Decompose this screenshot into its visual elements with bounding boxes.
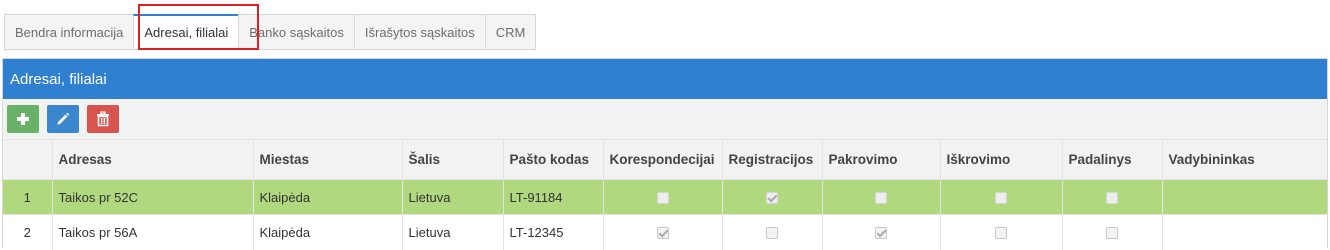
cell-pakrovimo [822,214,941,250]
padalinys-checkbox[interactable] [1106,192,1118,205]
tab-bendra-informacija[interactable]: Bendra informacija [4,14,134,50]
tab-banko-saskaitos[interactable]: Banko sąskaitos [238,14,354,50]
cell-vadybininkas [1162,215,1327,250]
cell-registracijos [722,214,823,250]
cell-korespondecijai [603,214,723,250]
cell-adresas: Taikos pr 52C [52,179,254,215]
cell-salis: Lietuva [402,179,504,215]
cell-registracijos [722,179,823,215]
korespondecijai-checkbox[interactable] [656,192,669,205]
registracijos-checkbox[interactable] [766,192,778,205]
cell-adresas: Taikos pr 56A [52,214,254,250]
cell-miestas: Klaipėda [253,179,403,215]
col-header-iskrovimo[interactable]: Iškrovimo [940,139,1063,180]
panel-title: Adresai, filialai [3,59,1327,99]
tab-bar: Bendra informacija Adresai, filialai Ban… [4,14,537,50]
cell-pakrovimo [822,179,941,215]
cell-korespondecijai [603,179,723,215]
pakrovimo-checkbox[interactable] [875,227,887,240]
col-header-miestas[interactable]: Miestas [253,139,403,180]
tab-adresai-filialai[interactable]: Adresai, filialai [133,14,239,50]
plus-icon [17,113,29,125]
pakrovimo-checkbox[interactable] [875,192,887,205]
registracijos-checkbox[interactable] [766,227,778,240]
col-header-number [3,139,53,180]
iskrovimo-checkbox[interactable] [995,192,1007,205]
col-header-pasto-kodas[interactable]: Pašto kodas [503,139,604,180]
cell-miestas: Klaipėda [253,214,403,250]
delete-button[interactable] [87,105,119,133]
trash-icon [97,111,109,127]
cell-salis: Lietuva [402,214,504,250]
panel-title-text: Adresai, filialai [10,70,107,88]
cell-vadybininkas [1162,180,1327,215]
korespondecijai-checkbox[interactable] [656,227,669,240]
add-button[interactable] [7,105,39,133]
addresses-table: Adresas Miestas Šalis Pašto kodas Koresp… [3,139,1327,250]
toolbar [3,99,1327,139]
tab-crm[interactable]: CRM [484,14,537,50]
cell-padalinys [1062,179,1163,215]
col-header-pakrovimo[interactable]: Pakrovimo [822,139,941,180]
edit-button[interactable] [47,105,79,133]
cell-pasto-kodas: LT-12345 [503,214,604,250]
addresses-panel: Adresai, filialai Adresas Miestas Šalis … [2,58,1328,250]
col-header-registracijos[interactable]: Registracijos [722,139,823,180]
cell-iskrovimo [940,214,1063,250]
cell-iskrovimo [940,179,1063,215]
cell-padalinys [1062,214,1163,250]
cell-pasto-kodas: LT-91184 [503,179,604,215]
tab-israsytos-saskaitos[interactable]: Išrašytos sąskaitos [353,14,485,50]
col-header-vadybininkas[interactable]: Vadybininkas [1162,140,1327,180]
pencil-icon [57,112,70,125]
col-header-padalinys[interactable]: Padalinys [1062,139,1163,180]
table-row[interactable]: 2 Taikos pr 56A Klaipėda Lietuva LT-1234… [3,214,1327,250]
table-row[interactable]: 1 Taikos pr 52C Klaipėda Lietuva LT-9118… [3,179,1327,215]
col-header-korespondecijai[interactable]: Korespondecijai [603,139,723,180]
iskrovimo-checkbox[interactable] [995,227,1007,240]
table-header-row: Adresas Miestas Šalis Pašto kodas Koresp… [3,139,1327,180]
col-header-adresas[interactable]: Adresas [52,139,254,180]
padalinys-checkbox[interactable] [1106,227,1118,240]
row-number: 2 [3,214,53,250]
col-header-salis[interactable]: Šalis [402,139,504,180]
row-number: 1 [3,179,53,215]
